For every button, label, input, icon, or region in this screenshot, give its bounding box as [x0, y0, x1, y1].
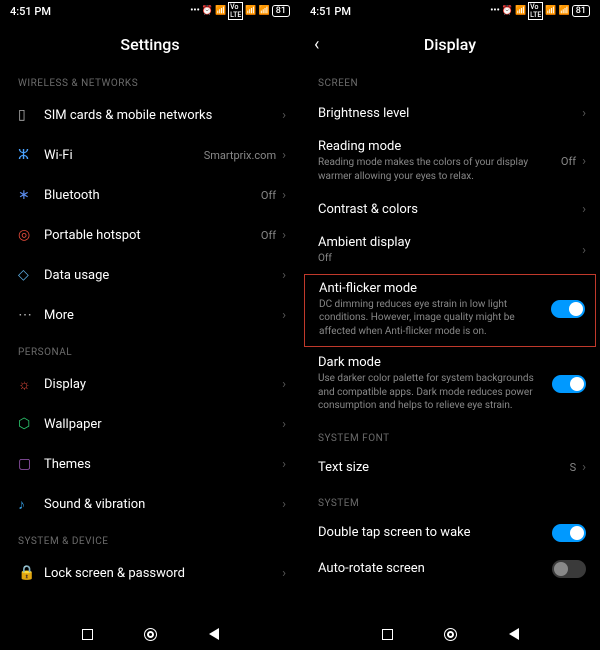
- dark-toggle[interactable]: [552, 375, 586, 393]
- autorotate-toggle[interactable]: [552, 560, 586, 578]
- chevron-right-icon: ›: [582, 106, 586, 121]
- row-wallpaper[interactable]: ⬡ Wallpaper ›: [0, 404, 300, 444]
- signal-icon: 📶: [215, 6, 226, 16]
- row-bluetooth[interactable]: ∗ Bluetooth Off ›: [0, 175, 300, 215]
- lock-icon: 🔒: [18, 565, 44, 581]
- nav-bar: [300, 618, 600, 650]
- back-button[interactable]: ‹: [314, 34, 334, 55]
- volte-icon: VoLTE: [528, 2, 543, 20]
- more-icon: •••: [490, 6, 499, 16]
- row-contrast[interactable]: Contrast & colors ›: [300, 191, 600, 227]
- row-wifi[interactable]: ⵣ Wi-Fi Smartprix.com ›: [0, 135, 300, 175]
- display-icon: ☼: [18, 376, 44, 393]
- header: Settings: [0, 22, 300, 66]
- chevron-right-icon: ›: [282, 457, 286, 472]
- screen-display: 4:51 PM ••• ⏰ 📶 VoLTE 📶 📶 81 ‹ Display S…: [300, 0, 600, 650]
- row-hotspot[interactable]: ◎ Portable hotspot Off ›: [0, 215, 300, 255]
- chevron-right-icon: ›: [282, 148, 286, 163]
- section-personal: PERSONAL: [0, 335, 300, 364]
- more-icon: •••: [190, 6, 199, 16]
- page-title: Settings: [34, 35, 266, 54]
- header: ‹ Display: [300, 22, 600, 66]
- wifi-icon: 📶: [559, 6, 570, 16]
- recents-button[interactable]: [82, 629, 93, 640]
- chevron-right-icon: ›: [582, 243, 586, 258]
- row-textsize[interactable]: Text size S ›: [300, 450, 600, 486]
- wallpaper-icon: ⬡: [18, 416, 44, 432]
- more-icon: ⋯: [18, 307, 44, 323]
- alarm-icon: ⏰: [202, 6, 213, 16]
- row-data[interactable]: ◇ Data usage ›: [0, 255, 300, 295]
- wifi-icon: ⵣ: [18, 147, 44, 163]
- home-button[interactable]: [444, 628, 457, 641]
- back-button[interactable]: [209, 628, 219, 640]
- sound-icon: ♪: [18, 496, 44, 513]
- row-antiflicker[interactable]: Anti-flicker mode DC dimming reduces eye…: [304, 274, 596, 348]
- row-themes[interactable]: ▢ Themes ›: [0, 444, 300, 484]
- nav-bar: [0, 618, 300, 650]
- status-time: 4:51 PM: [10, 5, 51, 18]
- section-screen: SCREEN: [300, 66, 600, 95]
- status-bar: 4:51 PM ••• ⏰ 📶 VoLTE 📶 📶 81: [300, 0, 600, 22]
- row-ambient[interactable]: Ambient display Off ›: [300, 227, 600, 274]
- battery-icon: 81: [572, 5, 590, 17]
- row-autorotate[interactable]: Auto-rotate screen: [300, 551, 600, 587]
- status-time: 4:51 PM: [310, 5, 351, 18]
- row-display[interactable]: ☼ Display ›: [0, 364, 300, 404]
- row-sim[interactable]: ▯ SIM cards & mobile networks ›: [0, 95, 300, 135]
- status-icons: ••• ⏰ 📶 VoLTE 📶 📶 81: [190, 2, 290, 20]
- row-reading[interactable]: Reading mode Reading mode makes the colo…: [300, 131, 600, 191]
- chevron-right-icon: ›: [282, 268, 286, 283]
- back-button[interactable]: [509, 628, 519, 640]
- hotspot-icon: ◎: [18, 227, 44, 243]
- row-lock[interactable]: 🔒 Lock screen & password ›: [0, 553, 300, 593]
- row-doubletap[interactable]: Double tap screen to wake: [300, 515, 600, 551]
- alarm-icon: ⏰: [502, 6, 513, 16]
- data-icon: ◇: [18, 267, 44, 283]
- battery-icon: 81: [272, 5, 290, 17]
- themes-icon: ▢: [18, 456, 44, 472]
- bluetooth-icon: ∗: [18, 187, 44, 203]
- sim-icon: ▯: [18, 107, 44, 123]
- section-system: SYSTEM & DEVICE: [0, 524, 300, 553]
- chevron-right-icon: ›: [282, 377, 286, 392]
- antiflicker-toggle[interactable]: [551, 300, 585, 318]
- row-dark[interactable]: Dark mode Use darker color palette for s…: [300, 347, 600, 421]
- screen-settings: 4:51 PM ••• ⏰ 📶 VoLTE 📶 📶 81 Settings WI…: [0, 0, 300, 650]
- wifi-icon: 📶: [259, 6, 270, 16]
- status-bar: 4:51 PM ••• ⏰ 📶 VoLTE 📶 📶 81: [0, 0, 300, 22]
- section-font: SYSTEM FONT: [300, 421, 600, 450]
- section-wireless: WIRELESS & NETWORKS: [0, 66, 300, 95]
- row-brightness[interactable]: Brightness level ›: [300, 95, 600, 131]
- signal-icon: 📶: [515, 6, 526, 16]
- chevron-right-icon: ›: [282, 188, 286, 203]
- page-title: Display: [334, 35, 566, 54]
- chevron-right-icon: ›: [282, 497, 286, 512]
- chevron-right-icon: ›: [582, 460, 586, 475]
- chevron-right-icon: ›: [282, 228, 286, 243]
- chevron-right-icon: ›: [582, 154, 586, 169]
- signal-icon: 📶: [545, 6, 556, 16]
- display-list[interactable]: SCREEN Brightness level › Reading mode R…: [300, 66, 600, 618]
- row-more[interactable]: ⋯ More ›: [0, 295, 300, 335]
- chevron-right-icon: ›: [282, 308, 286, 323]
- volte-icon: VoLTE: [228, 2, 243, 20]
- section-system: SYSTEM: [300, 486, 600, 515]
- recents-button[interactable]: [382, 629, 393, 640]
- chevron-right-icon: ›: [282, 566, 286, 581]
- chevron-right-icon: ›: [582, 202, 586, 217]
- signal-icon: 📶: [245, 6, 256, 16]
- home-button[interactable]: [144, 628, 157, 641]
- doubletap-toggle[interactable]: [552, 524, 586, 542]
- status-icons: ••• ⏰ 📶 VoLTE 📶 📶 81: [490, 2, 590, 20]
- chevron-right-icon: ›: [282, 417, 286, 432]
- chevron-right-icon: ›: [282, 108, 286, 123]
- row-sound[interactable]: ♪ Sound & vibration ›: [0, 484, 300, 524]
- settings-list[interactable]: WIRELESS & NETWORKS ▯ SIM cards & mobile…: [0, 66, 300, 618]
